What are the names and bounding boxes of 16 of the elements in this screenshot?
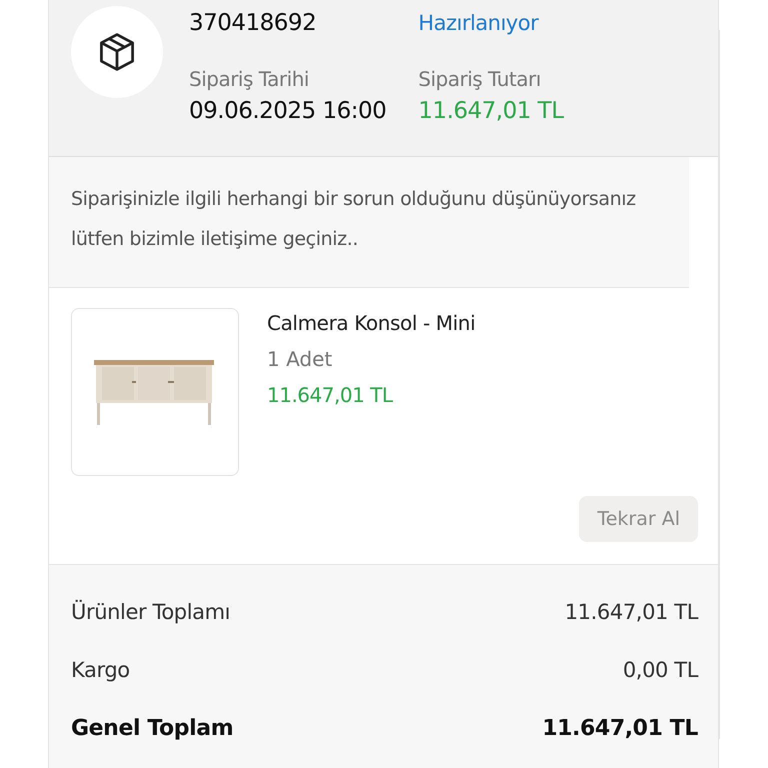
notice-text: Siparişinizle ilgili herhangi bir sorun olduğunu düşünüyorsanız lütfen bizimle iletişime geçiniz.. <box>49 157 689 288</box>
order-number: 370418692 <box>189 9 318 38</box>
order-total: 11.647,01 TL <box>418 97 564 126</box>
order-status: Hazırlanıyor <box>418 10 540 37</box>
order-date: 09.06.2025 16:00 <box>189 97 386 126</box>
summary-label: Genel Toplam <box>71 716 234 740</box>
summary-label: Ürünler Toplamı <box>71 600 230 624</box>
date-label: Sipariş Tarihi <box>189 66 310 93</box>
summary-label: Kargo <box>71 658 130 682</box>
total-label: Sipariş Tutarı <box>418 66 542 93</box>
product-quantity: 1 Adet <box>267 347 334 371</box>
summary-value: 0,00 TL <box>622 658 698 682</box>
product-name: Calmera Konsol - Mini <box>267 311 476 335</box>
product-price: 11.647,01 TL <box>267 383 394 407</box>
summary-value: 11.647,01 TL <box>564 600 698 624</box>
summary-value: 11.647,01 TL <box>542 716 698 740</box>
